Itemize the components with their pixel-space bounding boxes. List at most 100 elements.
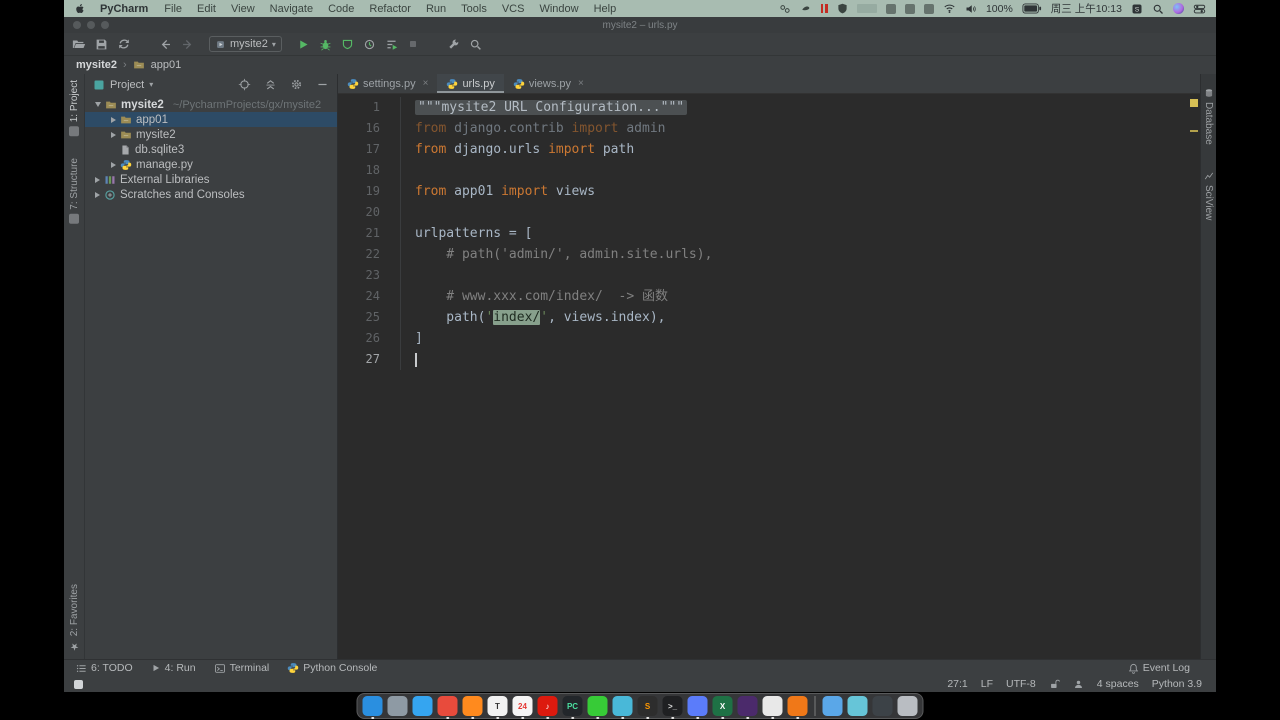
menu-tools[interactable]: Tools (461, 3, 487, 15)
line-separator[interactable]: LF (981, 678, 993, 690)
hide-panel-icon[interactable] (316, 78, 329, 91)
menu-help[interactable]: Help (594, 3, 617, 15)
tool-window-button-terminal[interactable]: Terminal (214, 662, 269, 674)
tool-window-button-4-run[interactable]: 4: Run (151, 662, 196, 674)
tree-item-mysite2[interactable]: mysite2 (85, 127, 337, 142)
shield-icon[interactable] (837, 3, 848, 14)
dock-excel-icon[interactable]: X (712, 696, 733, 719)
tree-item-db-sqlite3[interactable]: db.sqlite3 (85, 142, 337, 157)
save-all-icon[interactable] (95, 38, 108, 51)
chevron-right-icon[interactable] (111, 131, 116, 138)
stop-button[interactable] (407, 38, 419, 50)
code-line[interactable]: 26] (338, 328, 1189, 349)
apple-icon[interactable] (74, 3, 86, 15)
menu-vcs[interactable]: VCS (502, 3, 525, 15)
menu-file[interactable]: File (164, 3, 182, 15)
tab-urls-py[interactable]: urls.py (437, 74, 505, 93)
caret-position[interactable]: 27:1 (947, 678, 967, 690)
tool-stripe-2-favorites[interactable]: ★ 2: Favorites (69, 584, 80, 651)
search-everywhere-icon[interactable] (469, 38, 482, 51)
tree-item-app01[interactable]: app01 (85, 112, 337, 127)
code-line[interactable]: 16 from django.contrib import admin (338, 118, 1189, 139)
tool-stripe-1-project[interactable]: 1: Project (69, 80, 80, 137)
file-encoding[interactable]: UTF-8 (1006, 678, 1036, 690)
lock-icon[interactable] (1049, 679, 1060, 690)
menubar-clock[interactable]: 周三 上午10:13 (1051, 1, 1122, 16)
breadcrumb-item-mysite2[interactable]: mysite2 (76, 59, 117, 71)
tool-window-button-python-console[interactable]: Python Console (287, 662, 377, 674)
settings-wrench-icon[interactable] (447, 38, 460, 51)
breadcrumb-item-app01[interactable]: app01 (151, 59, 182, 71)
dock-chrome-icon[interactable] (437, 696, 458, 719)
tool-window-button-6-todo[interactable]: 6: TODO (76, 662, 133, 674)
menu-view[interactable]: View (231, 3, 255, 15)
dock-firefox-icon[interactable] (462, 696, 483, 719)
run-configuration-selector[interactable]: mysite2 ▾ (209, 36, 282, 52)
close-tab-icon[interactable]: × (578, 78, 584, 89)
siri-icon[interactable] (1173, 3, 1184, 14)
menu-edit[interactable]: Edit (197, 3, 216, 15)
app-square-2[interactable] (904, 3, 915, 14)
tool-stripe-sciview[interactable]: SciView (1203, 171, 1214, 220)
tree-item-scratches-and-consoles[interactable]: Scratches and Consoles (85, 187, 337, 202)
chevron-right-icon[interactable] (111, 116, 116, 123)
indent-setting[interactable]: 4 spaces (1097, 678, 1139, 690)
dock-calendar-icon[interactable]: 24 (512, 696, 533, 719)
code-line[interactable]: 17 from django.urls import path (338, 139, 1189, 160)
code-line[interactable]: 27 (338, 349, 1189, 370)
code-editor[interactable]: 1 """mysite2 URL Configuration...""" 16 fro… (338, 94, 1189, 659)
open-folder-icon[interactable] (72, 37, 86, 51)
menu-refactor[interactable]: Refactor (369, 3, 411, 15)
dock-pinwheel-app-icon[interactable] (762, 696, 783, 719)
code-line[interactable]: 25 path('index/', views.index), (338, 307, 1189, 328)
chevron-right-icon[interactable] (95, 176, 100, 183)
tab-settings-py[interactable]: settings.py × (338, 74, 437, 93)
dock-minimized-window-icon[interactable] (872, 696, 893, 716)
collapse-all-icon[interactable] (264, 78, 277, 91)
share-icon[interactable] (779, 3, 791, 15)
dock-remote-desktop-icon[interactable] (612, 696, 633, 719)
code-line[interactable]: 21 urlpatterns = [ (338, 223, 1189, 244)
menu-navigate[interactable]: Navigate (270, 3, 313, 15)
run-with-coverage-button[interactable] (341, 38, 354, 51)
menu-run[interactable]: Run (426, 3, 446, 15)
tab-views-py[interactable]: views.py × (504, 74, 593, 93)
chevron-right-icon[interactable] (111, 161, 116, 168)
app-square-3[interactable] (923, 3, 934, 14)
spotlight-icon[interactable] (1152, 3, 1164, 15)
tool-window-switcher-icon[interactable] (74, 679, 83, 689)
dock-orange-app-icon[interactable] (787, 696, 808, 719)
dock-trash-icon[interactable] (897, 696, 918, 716)
recording-pause-icon[interactable] (820, 4, 828, 13)
code-line[interactable]: 1 """mysite2 URL Configuration...""" (338, 97, 1189, 118)
dock-terminal-app-icon[interactable]: >_ (662, 696, 683, 719)
code-line[interactable]: 23 (338, 265, 1189, 286)
menu-code[interactable]: Code (328, 3, 354, 15)
dock-folder-downloads-icon[interactable] (847, 696, 868, 716)
menubar-app-name[interactable]: PyCharm (100, 3, 148, 15)
wifi-icon[interactable] (943, 3, 956, 14)
panel-settings-gear-icon[interactable] (290, 78, 303, 91)
dock-safari-icon[interactable] (412, 696, 433, 716)
tree-item-external-libraries[interactable]: External Libraries (85, 172, 337, 187)
project-panel-title[interactable]: Project (110, 79, 144, 91)
inspection-status-square[interactable] (1190, 99, 1198, 107)
forward-icon[interactable] (181, 38, 194, 51)
back-icon[interactable] (159, 38, 172, 51)
inspection-scrollbar[interactable] (1189, 94, 1200, 659)
code-line[interactable]: 20 (338, 202, 1189, 223)
stats-widget-icon[interactable] (856, 4, 877, 13)
debug-button[interactable] (319, 38, 332, 51)
chevron-down-icon[interactable] (95, 102, 101, 107)
inspections-hector-icon[interactable] (1073, 679, 1084, 690)
code-line[interactable]: 18 (338, 160, 1189, 181)
locate-file-icon[interactable] (238, 78, 251, 91)
input-method-icon[interactable]: S (1131, 3, 1143, 15)
dock-sublime-text-icon[interactable]: S (637, 696, 658, 719)
dock-pycharm-icon[interactable]: PC (562, 696, 583, 719)
dock-netease-music-icon[interactable]: ♪ (537, 696, 558, 719)
profiler-button[interactable] (363, 38, 376, 51)
chevron-right-icon[interactable] (95, 191, 100, 198)
tool-stripe-database[interactable]: Database (1203, 88, 1214, 145)
dock-typora-icon[interactable]: T (487, 696, 508, 719)
